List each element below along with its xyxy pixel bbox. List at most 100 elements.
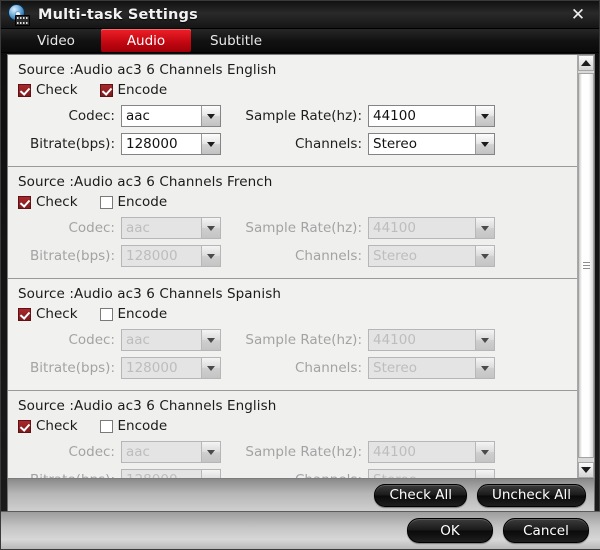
check-checkbox[interactable] xyxy=(18,419,31,433)
track-checkbox-row: Check Encode xyxy=(18,193,569,211)
chevron-down-icon[interactable] xyxy=(201,470,220,478)
sample-rate-field: Sample Rate(hz): 44100 xyxy=(228,217,495,239)
codec-label: Codec: xyxy=(68,332,115,348)
chevron-down-icon[interactable] xyxy=(475,134,494,154)
codec-dropdown[interactable]: aac xyxy=(121,217,221,239)
codec-field: Codec: aac xyxy=(16,105,221,127)
chevron-down-icon[interactable] xyxy=(475,106,494,126)
check-checkbox[interactable] xyxy=(18,83,31,97)
sample-rate-label: Sample Rate(hz): xyxy=(245,444,362,460)
sample-rate-field: Sample Rate(hz): 44100 xyxy=(228,441,495,463)
codec-value: aac xyxy=(122,442,201,462)
channels-dropdown[interactable]: Stereo xyxy=(368,357,495,379)
bitrate-dropdown[interactable]: 128000 xyxy=(121,245,221,267)
bitrate-field: Bitrate(bps):128000 xyxy=(16,469,221,478)
check-checkbox[interactable] xyxy=(18,195,31,209)
sample-rate-dropdown[interactable]: 44100 xyxy=(368,217,495,239)
codec-dropdown[interactable]: aac xyxy=(121,441,221,463)
channels-value: Stereo xyxy=(369,246,475,266)
check-label: Check xyxy=(36,194,78,210)
chevron-down-icon[interactable] xyxy=(475,358,494,378)
encode-checkbox[interactable] xyxy=(99,195,113,209)
audio-track-list: Source :Audio ac3 6 Channels English Chec… xyxy=(8,55,577,478)
check-all-toolbar: Check All Uncheck All xyxy=(7,479,595,512)
scroll-down-arrow-icon[interactable] xyxy=(578,462,594,478)
audio-track-list-container: Source :Audio ac3 6 Channels English Chec… xyxy=(7,54,595,479)
encode-label: Encode xyxy=(117,306,168,322)
audio-track-panel: Source :Audio ac3 6 Channels French Check… xyxy=(8,167,577,279)
channels-dropdown[interactable]: Stereo xyxy=(368,245,495,267)
chevron-down-icon[interactable] xyxy=(475,330,494,350)
check-label: Check xyxy=(36,418,78,434)
scrollbar-grip-icon xyxy=(582,262,590,269)
ok-button[interactable]: OK xyxy=(407,518,493,543)
codec-rate-row: Codec: aac Sample Rate(hz): 44100 xyxy=(16,327,569,353)
scroll-up-arrow-icon[interactable] xyxy=(578,55,594,71)
chevron-down-icon[interactable] xyxy=(201,246,220,266)
multi-task-settings-window: Multi-task Settings ✕ Video Audio Subtit… xyxy=(0,0,600,550)
bitrate-value: 128000 xyxy=(122,470,201,478)
encode-checkbox[interactable] xyxy=(99,419,113,433)
tab-bar: Video Audio Subtitle xyxy=(1,29,599,53)
chevron-down-icon[interactable] xyxy=(201,330,220,350)
chevron-down-icon[interactable] xyxy=(201,218,220,238)
chevron-down-icon[interactable] xyxy=(201,134,220,154)
sample-rate-dropdown[interactable]: 44100 xyxy=(368,329,495,351)
codec-rate-row: Codec: aac Sample Rate(hz): 44100 xyxy=(16,215,569,241)
bitrate-field: Bitrate(bps):128000 xyxy=(16,357,221,379)
bitrate-dropdown[interactable]: 128000 xyxy=(121,357,221,379)
scrollbar-track[interactable] xyxy=(578,71,594,462)
encode-checkbox[interactable] xyxy=(99,307,113,321)
track-checkbox-row: Check Encode xyxy=(18,305,569,323)
window-title: Multi-task Settings xyxy=(38,6,198,23)
codec-value: aac xyxy=(122,330,201,350)
tab-video[interactable]: Video xyxy=(11,29,101,52)
chevron-down-icon[interactable] xyxy=(201,442,220,462)
sample-rate-value: 44100 xyxy=(369,442,475,462)
channels-field: Channels:Stereo xyxy=(228,469,495,478)
bitrate-channels-row: Bitrate(bps): 128000 Channels: Stereo xyxy=(16,131,569,157)
check-checkbox[interactable] xyxy=(18,307,31,321)
bitrate-dropdown[interactable]: 128000 xyxy=(121,133,221,155)
tab-subtitle[interactable]: Subtitle xyxy=(191,29,281,52)
channels-value: Stereo xyxy=(369,470,475,478)
film-strip-icon xyxy=(15,14,30,26)
channels-field: Channels:Stereo xyxy=(228,357,495,379)
audio-track-panel: Source :Audio ac3 6 Channels Spanish Chec… xyxy=(8,279,577,391)
cancel-button[interactable]: Cancel xyxy=(503,518,589,543)
close-icon[interactable]: ✕ xyxy=(565,4,591,26)
chevron-down-icon[interactable] xyxy=(201,106,220,126)
codec-dropdown[interactable]: aac xyxy=(121,329,221,351)
sample-rate-dropdown[interactable]: 44100 xyxy=(368,105,495,127)
sample-rate-dropdown[interactable]: 44100 xyxy=(368,441,495,463)
uncheck-all-button[interactable]: Uncheck All xyxy=(477,483,586,507)
title-bar: Multi-task Settings ✕ xyxy=(1,1,599,29)
sample-rate-value: 44100 xyxy=(369,106,475,126)
tab-audio[interactable]: Audio xyxy=(101,29,191,52)
codec-label: Codec: xyxy=(68,220,115,236)
encode-checkbox[interactable] xyxy=(99,83,113,97)
audio-track-panel: Source :Audio ac3 6 Channels English Chec… xyxy=(8,55,577,167)
codec-field: Codec: aac xyxy=(16,329,221,351)
channels-dropdown[interactable]: Stereo xyxy=(368,469,495,478)
codec-dropdown[interactable]: aac xyxy=(121,105,221,127)
audio-track-panel: Source :Audio ac3 6 Channels English Chec… xyxy=(8,391,577,478)
dialog-footer: OK Cancel xyxy=(1,511,600,549)
track-source-line: Source :Audio ac3 6 Channels English xyxy=(18,62,277,78)
channels-field: Channels:Stereo xyxy=(228,245,495,267)
app-icon xyxy=(8,3,30,26)
encode-label: Encode xyxy=(117,82,168,98)
channels-dropdown[interactable]: Stereo xyxy=(368,133,495,155)
chevron-down-icon[interactable] xyxy=(475,442,494,462)
chevron-down-icon[interactable] xyxy=(475,470,494,478)
vertical-scrollbar[interactable] xyxy=(577,55,594,478)
sample-rate-field: Sample Rate(hz): 44100 xyxy=(228,329,495,351)
chevron-down-icon[interactable] xyxy=(201,358,220,378)
check-all-button[interactable]: Check All xyxy=(374,483,467,507)
track-source-line: Source :Audio ac3 6 Channels French xyxy=(18,174,273,190)
bitrate-dropdown[interactable]: 128000 xyxy=(121,469,221,478)
sample-rate-field: Sample Rate(hz): 44100 xyxy=(228,105,495,127)
chevron-down-icon[interactable] xyxy=(475,246,494,266)
scrollbar-thumb[interactable] xyxy=(578,73,594,458)
chevron-down-icon[interactable] xyxy=(475,218,494,238)
